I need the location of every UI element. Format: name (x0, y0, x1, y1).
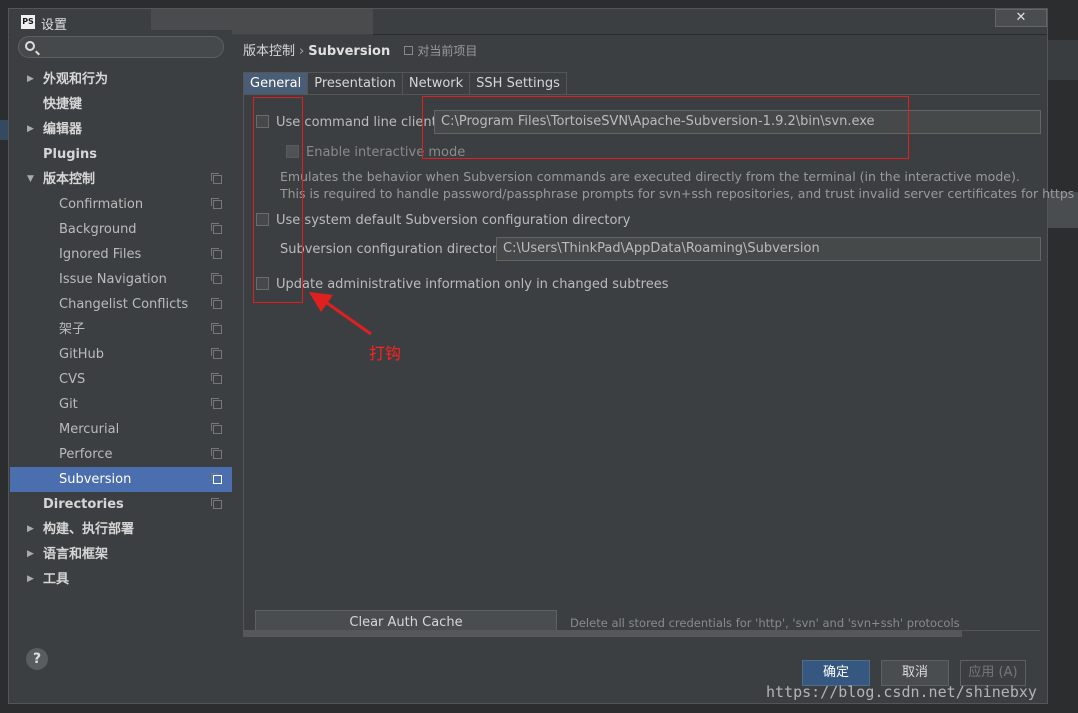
tab-general[interactable]: General (243, 72, 309, 94)
breadcrumb-separator: › (299, 44, 305, 59)
sidebar-item-label: 工具 (43, 572, 70, 587)
sidebar-item-label: CVS (59, 372, 86, 387)
chevron-right-icon[interactable]: ▶ (27, 67, 34, 92)
project-level-icon (211, 398, 222, 409)
background-panel-right (1048, 40, 1078, 80)
chevron-right-icon[interactable]: ▶ (27, 567, 34, 592)
sidebar-item-label: 编辑器 (43, 122, 83, 137)
settings-sidebar: ▶ 外观和行为快捷键 ▶ 编辑器 Plugins ▼ 版本控制 Confirmation Bac… (10, 30, 232, 631)
sidebar-item-github[interactable]: GitHub (10, 342, 232, 367)
project-scope-label: 对当前项目 (404, 44, 477, 58)
tab-network[interactable]: Network (401, 72, 471, 94)
sidebar-item-ignored-files[interactable]: Ignored Files (10, 242, 232, 267)
sidebar-item-label: Perforce (59, 447, 113, 462)
sidebar-item-label: Ignored Files (59, 247, 142, 262)
tab-bar: General Presentation Network SSH Settings (243, 72, 567, 94)
sidebar-item-plugins[interactable]: Plugins (10, 142, 232, 167)
sidebar-item-label: Plugins (43, 147, 97, 162)
sidebar-item-label: 架子 (59, 322, 86, 337)
sidebar-item-issue-navigation[interactable]: Issue Navigation (10, 267, 232, 292)
sidebar-item-confirmation[interactable]: Confirmation (10, 192, 232, 217)
sidebar-item-label: 版本控制 (43, 172, 96, 187)
sidebar-item-1[interactable]: 快捷键 (10, 92, 232, 117)
sidebar-item-label: Issue Navigation (59, 272, 167, 287)
search-box[interactable] (18, 36, 224, 58)
chevron-down-icon[interactable]: ▼ (27, 167, 34, 192)
project-level-icon (211, 173, 222, 184)
sidebar-item-18[interactable]: ▶ 构建、执行部署 (10, 517, 232, 542)
breadcrumb: 版本控制 › Subversion 对当前项目 (243, 40, 477, 59)
project-level-icon (211, 473, 222, 484)
project-level-icon (211, 298, 222, 309)
settings-tree: ▶ 外观和行为快捷键 ▶ 编辑器 Plugins ▼ 版本控制 Confirmation Bac… (10, 67, 232, 592)
clear-auth-cache-description: Delete all stored credentials for 'http'… (570, 616, 960, 630)
tab-presentation[interactable]: Presentation (307, 72, 403, 94)
annotation-checkbox-column-box (253, 97, 303, 303)
config-dir-field[interactable]: C:\Users\ThinkPad\AppData\Roaming\Subver… (496, 237, 1041, 261)
sidebar-item-label: Confirmation (59, 197, 144, 212)
sidebar-item-label: GitHub (59, 347, 105, 362)
sidebar-item-label: 快捷键 (43, 97, 83, 112)
background-panel-left (0, 120, 8, 140)
general-panel: Use command line client: C:\Program File… (243, 94, 1078, 635)
project-level-icon (211, 273, 222, 284)
annotation-arrow-icon (309, 292, 372, 336)
help-button[interactable]: ? (26, 648, 48, 670)
sidebar-item-perforce[interactable]: Perforce (10, 442, 232, 467)
interactive-mode-description: Emulates the behavior when Subversion co… (280, 168, 1078, 202)
sidebar-item-directories[interactable]: Directories (10, 492, 232, 517)
annotation-path-box (422, 96, 909, 159)
project-level-icon (211, 348, 222, 359)
sidebar-item-background[interactable]: Background (10, 217, 232, 242)
config-dir-label: Subversion configuration directory: (280, 242, 509, 257)
breadcrumb-current: Subversion (308, 44, 391, 59)
project-level-icon (211, 323, 222, 334)
description-line-2: This is required to handle password/pass… (280, 186, 1078, 201)
chevron-right-icon[interactable]: ▶ (27, 542, 34, 567)
sidebar-item-mercurial[interactable]: Mercurial (10, 417, 232, 442)
scope-text: 对当前项目 (417, 44, 478, 58)
copy-icon (404, 46, 414, 55)
sidebar-item-label: Changelist Conflicts (59, 297, 189, 312)
sidebar-item-label: Subversion (59, 472, 132, 487)
sidebar-item-19[interactable]: ▶ 语言和框架 (10, 542, 232, 567)
sidebar-item-changelist-conflicts[interactable]: Changelist Conflicts (10, 292, 232, 317)
use-default-config-row: Use system default Subversion configurat… (256, 213, 630, 228)
project-level-icon (211, 248, 222, 259)
phpstorm-logo-icon: PS (21, 15, 35, 29)
sidebar-item-cvs[interactable]: CVS (10, 367, 232, 392)
sidebar-item-label: Mercurial (59, 422, 120, 437)
watermark: https://blog.csdn.net/shinebxy (766, 683, 1037, 701)
project-level-icon (211, 498, 222, 509)
project-level-icon (211, 223, 222, 234)
sidebar-item-4[interactable]: ▼ 版本控制 (10, 167, 232, 192)
sidebar-item-label: Git (59, 397, 78, 412)
close-icon: ✕ (1015, 10, 1027, 25)
breadcrumb-root[interactable]: 版本控制 (243, 44, 295, 59)
sidebar-item-2[interactable]: ▶ 编辑器 (10, 117, 232, 142)
chevron-right-icon[interactable]: ▶ (27, 517, 34, 542)
description-line-1: Emulates the behavior when Subversion co… (280, 169, 1020, 184)
project-level-icon (211, 198, 222, 209)
search-icon (25, 41, 35, 51)
sidebar-item-label: Directories (43, 497, 124, 512)
annotation-label: 打钩 (369, 344, 402, 363)
use-default-config-label: Use system default Subversion configurat… (276, 213, 631, 228)
close-button[interactable]: ✕ (995, 9, 1047, 27)
sidebar-item-10[interactable]: 架子 (10, 317, 232, 342)
sidebar-item-label: 语言和框架 (43, 547, 109, 562)
project-level-icon (211, 448, 222, 459)
project-level-icon (211, 423, 222, 434)
project-level-icon (211, 373, 222, 384)
sidebar-item-label: Background (59, 222, 137, 237)
horizontal-scrollbar[interactable] (243, 630, 962, 637)
search-input[interactable] (41, 39, 221, 57)
sidebar-item-subversion[interactable]: Subversion (10, 467, 232, 492)
sidebar-item-20[interactable]: ▶ 工具 (10, 567, 232, 592)
sidebar-item-0[interactable]: ▶ 外观和行为 (10, 67, 232, 92)
chevron-right-icon[interactable]: ▶ (27, 117, 34, 142)
tab-ssh-settings[interactable]: SSH Settings (469, 72, 567, 94)
sidebar-item-label: 外观和行为 (43, 72, 109, 87)
sidebar-item-git[interactable]: Git (10, 392, 232, 417)
